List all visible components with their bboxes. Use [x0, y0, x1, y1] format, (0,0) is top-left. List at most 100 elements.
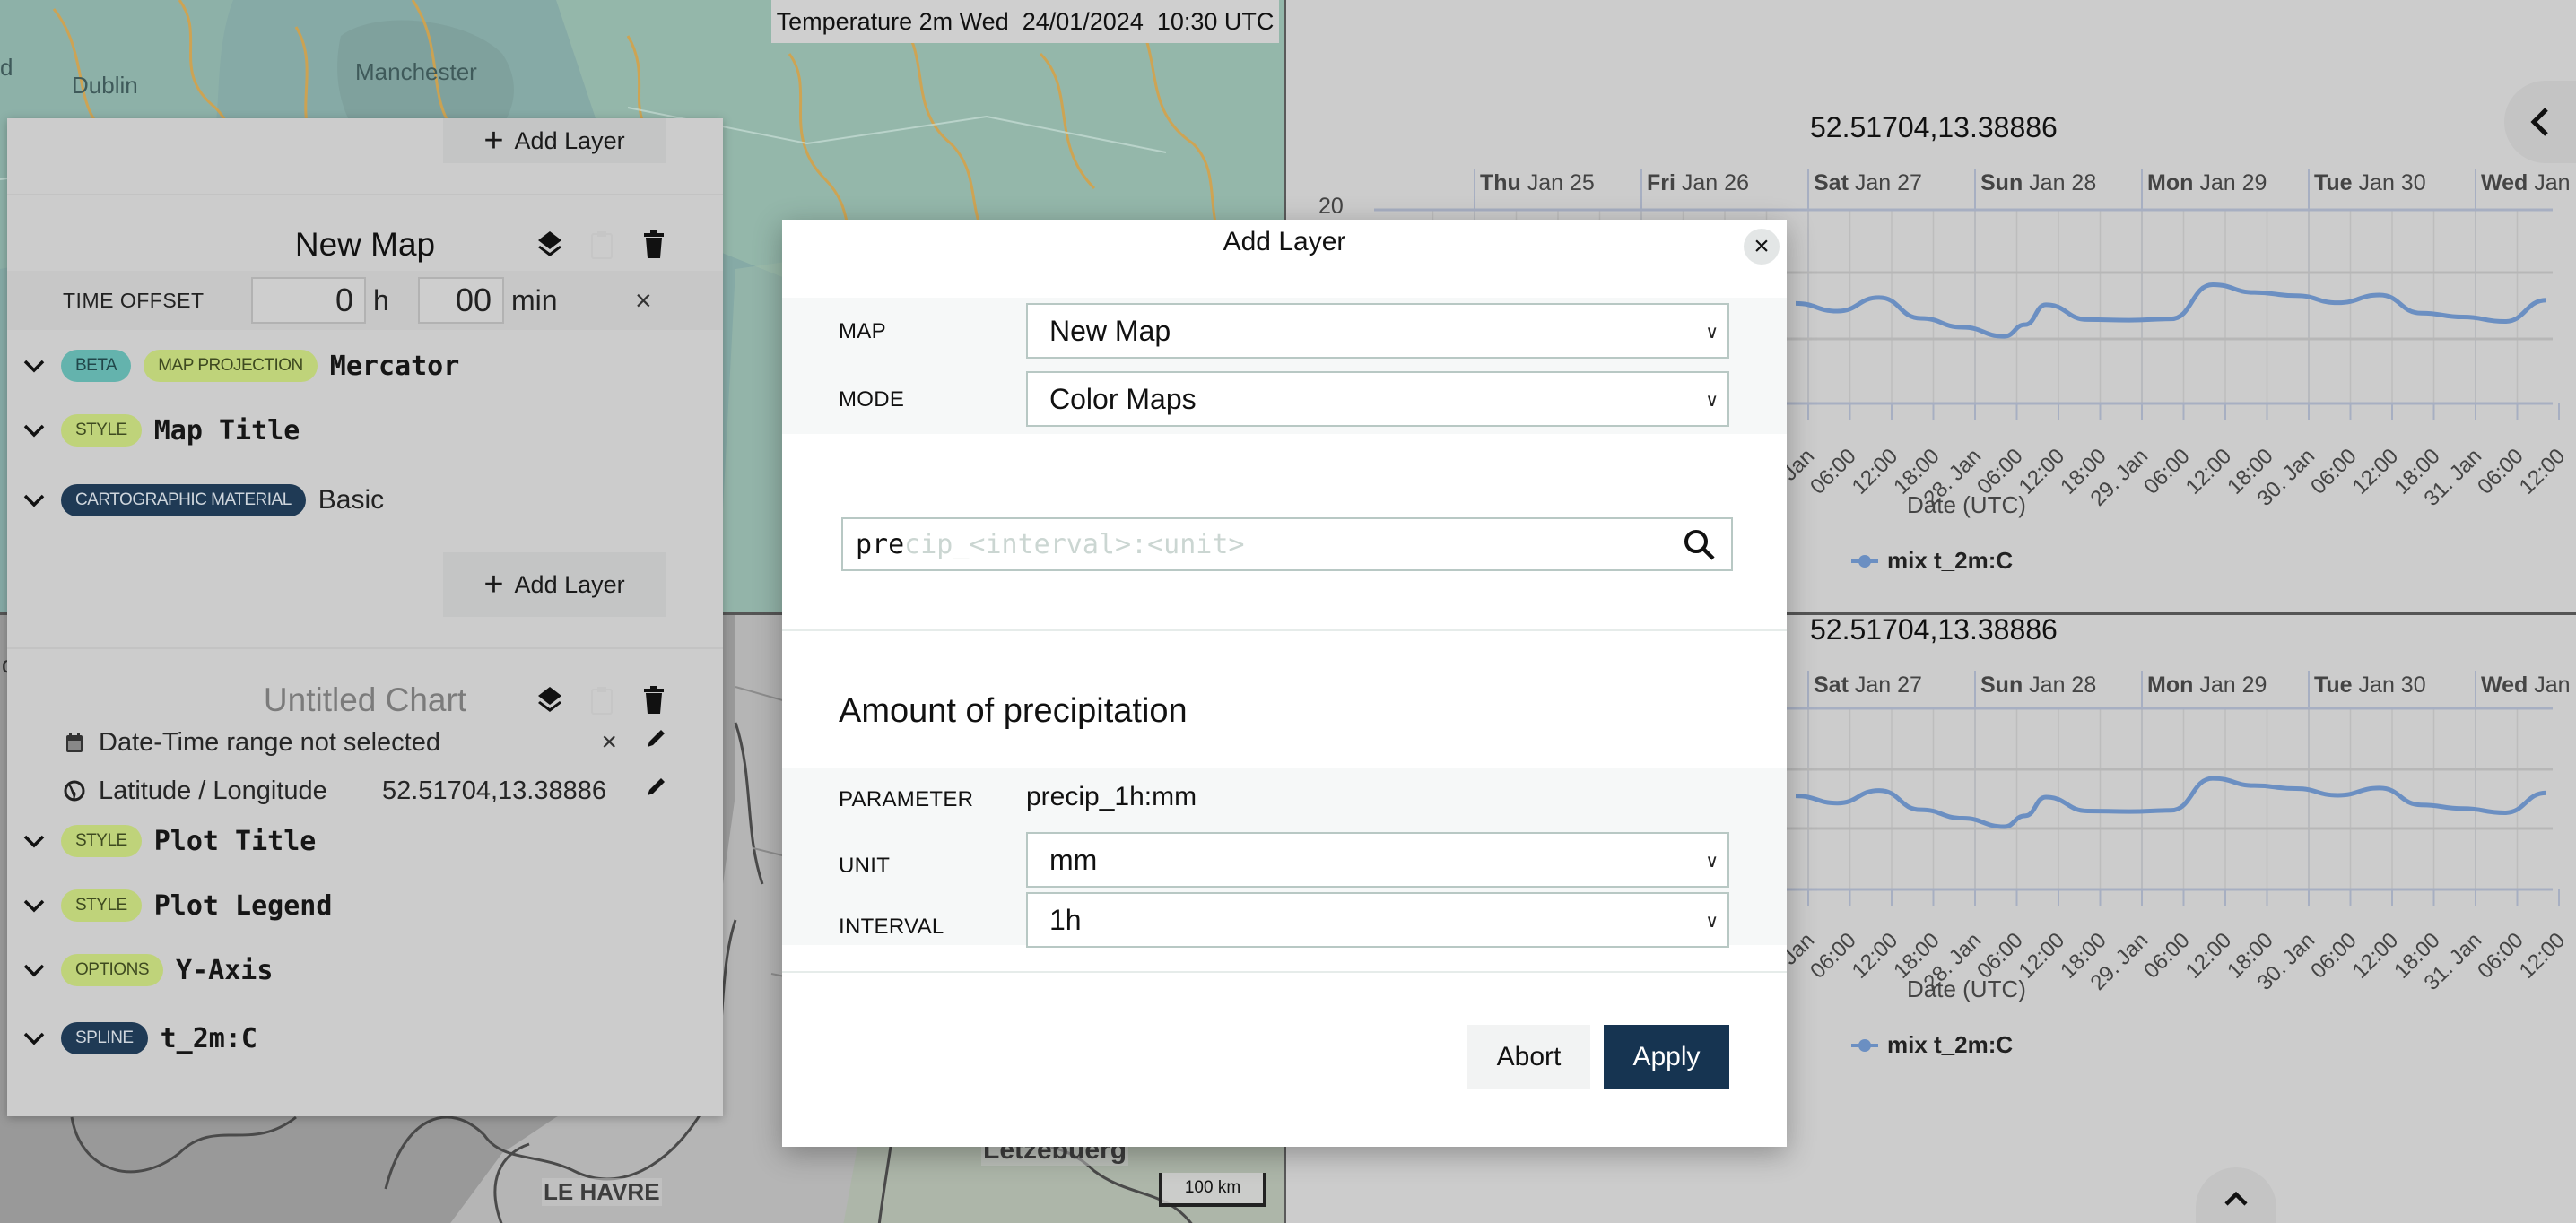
x-tick-label: 12:00	[2348, 444, 2404, 499]
style-badge: STYLE	[61, 825, 142, 857]
mode-select[interactable]: Color Maps ∨	[1026, 371, 1729, 427]
globe-icon	[63, 780, 86, 802]
time-offset-minutes-input[interactable]: 00	[418, 277, 504, 324]
pencil-icon[interactable]	[644, 727, 667, 758]
panel-divider	[7, 647, 723, 649]
chevron-down-icon: ∨	[1705, 391, 1719, 411]
x-tick-label: 12:00	[1848, 928, 1903, 984]
layers-icon[interactable]	[536, 685, 563, 716]
x-tick-label: 06:00	[2306, 928, 2362, 984]
close-icon: ×	[1754, 231, 1770, 261]
map-label-manchester: Manchester	[355, 58, 477, 85]
x-tick-label: 06:00	[1806, 928, 1861, 984]
scale-label: 100 km	[1184, 1178, 1241, 1197]
chevron-down-icon[interactable]	[7, 358, 61, 374]
pencil-icon[interactable]	[644, 776, 667, 806]
parameter-band: PARAMETER precip_1h:mm UNIT mm ∨ INTERVA…	[782, 768, 1787, 948]
chart-title-top: 52.51704,13.38886	[1810, 111, 2058, 143]
map-title-overlay: Temperature 2m Wed 24/01/2024 10:30 UTC	[771, 0, 1279, 43]
add-layer-button-top[interactable]: + Add Layer	[443, 118, 666, 163]
map-title-row[interactable]: STYLE Map Title	[7, 407, 723, 454]
mode-label: MODE	[839, 387, 905, 412]
day-header-label: Wed Jan ...	[2481, 170, 2576, 195]
legend-label: mix t_2m:C	[1887, 547, 2014, 574]
search-autocomplete-hint: cip_<interval>:<unit>	[904, 528, 1245, 560]
x-tick-label: 12:00	[1848, 444, 1903, 499]
y-axis-row[interactable]: OPTIONS Y-Axis	[7, 947, 723, 993]
legend-top[interactable]: mix t_2m:C	[1851, 547, 2013, 575]
x-tick-label: 06:00	[2473, 444, 2528, 499]
abort-button[interactable]: Abort	[1467, 1025, 1590, 1089]
clipboard-icon[interactable]	[588, 230, 615, 260]
map-projection-badge: MAP PROJECTION	[144, 350, 318, 382]
parameter-search-input[interactable]: pre cip_<interval>:<unit>	[841, 517, 1733, 571]
legend-marker-icon	[1851, 1038, 1878, 1052]
x-tick-label: 12:00	[2181, 928, 2237, 984]
trash-icon[interactable]	[640, 685, 667, 716]
day-header-label: Sun Jan 28	[1980, 672, 2096, 698]
x-tick-label: 06:00	[1806, 444, 1861, 499]
datetime-range-label: Date-Time range not selected	[99, 727, 440, 757]
day-header-label: Mon Jan 29	[2147, 672, 2267, 698]
plot-legend-row[interactable]: STYLE Plot Legend	[7, 882, 723, 929]
x-tick-label: 12:00	[2515, 928, 2571, 984]
chevron-down-icon[interactable]	[7, 898, 61, 914]
close-button[interactable]: ×	[1744, 229, 1780, 265]
beta-badge: BETA	[61, 350, 132, 382]
trash-icon[interactable]	[640, 230, 667, 260]
lat-lon-value: 52.51704,13.38886	[382, 776, 606, 805]
cartographic-material-row[interactable]: CARTOGRAPHIC MATERIAL Basic	[7, 477, 723, 524]
chevron-down-icon[interactable]	[7, 1030, 61, 1046]
search-icon[interactable]	[1683, 528, 1717, 569]
plus-icon: +	[483, 566, 504, 603]
parameter-heading: Amount of precipitation	[839, 692, 1188, 730]
unit-select-value: mm	[1049, 843, 1098, 876]
legend-label: mix t_2m:C	[1887, 1031, 2014, 1058]
legend-bottom[interactable]: mix t_2m:C	[1851, 1031, 2013, 1059]
chevron-down-icon[interactable]	[7, 422, 61, 438]
map-label: MAP	[839, 319, 886, 343]
chevron-down-icon[interactable]	[7, 492, 61, 508]
map-section-header: New Map	[7, 217, 723, 271]
day-header-label: Thu Jan 25	[1480, 170, 1595, 195]
map-scale-bar: 100 km	[1159, 1173, 1266, 1207]
lat-lon-label: Latitude / Longitude	[99, 776, 327, 805]
layers-panel: + Add Layer New Map TIME OFFSET 0 h 00 m…	[7, 118, 723, 1116]
time-offset-clear-button[interactable]: ×	[635, 284, 652, 317]
plus-icon: +	[483, 122, 504, 160]
layers-icon[interactable]	[536, 230, 563, 260]
add-layer-label: Add Layer	[514, 126, 625, 154]
map-select-value: New Map	[1049, 314, 1171, 347]
datetime-clear-button[interactable]: ×	[601, 727, 617, 758]
map-select[interactable]: New Map ∨	[1026, 303, 1729, 359]
x-tick-label: 06:00	[2139, 444, 2195, 499]
cartographic-material-value: Basic	[318, 485, 385, 515]
day-header-label: Wed Jan ...	[2481, 672, 2576, 698]
style-badge: STYLE	[61, 414, 142, 447]
y-axis-label: Y-Axis	[176, 954, 274, 986]
map-mode-band: MAP New Map ∨ MODE Color Maps ∨	[782, 298, 1787, 434]
mode-select-value: Color Maps	[1049, 382, 1197, 415]
map-projection-row[interactable]: BETA MAP PROJECTION Mercator	[7, 343, 723, 389]
map-title-label: Map Title	[153, 414, 300, 447]
add-layer-modal: Add Layer × MAP New Map ∨ MODE Color Map…	[782, 220, 1787, 1147]
chevron-down-icon[interactable]	[7, 833, 61, 849]
series-row[interactable]: SPLINE t_2m:C	[7, 1015, 723, 1062]
parameter-label: PARAMETER	[839, 787, 974, 811]
unit-select[interactable]: mm ∨	[1026, 832, 1729, 888]
search-typed-text: pre	[856, 528, 905, 560]
chevron-down-icon[interactable]	[7, 962, 61, 978]
plot-title-row[interactable]: STYLE Plot Title	[7, 818, 723, 864]
time-offset-hours-input[interactable]: 0	[251, 277, 366, 324]
map-label-le-havre: LE HAVRE	[542, 1178, 662, 1206]
plot-title-label: Plot Title	[153, 825, 317, 857]
apply-button[interactable]: Apply	[1604, 1025, 1729, 1089]
spline-badge: SPLINE	[61, 1022, 148, 1054]
x-tick-label: 12:00	[2181, 444, 2237, 499]
interval-select-value: 1h	[1049, 903, 1082, 936]
chevron-down-icon: ∨	[1705, 852, 1719, 872]
clipboard-icon[interactable]	[588, 685, 615, 716]
day-header-label: Fri Jan 26	[1647, 170, 1749, 195]
interval-select[interactable]: 1h ∨	[1026, 892, 1729, 948]
add-layer-button[interactable]: + Add Layer	[443, 552, 666, 617]
